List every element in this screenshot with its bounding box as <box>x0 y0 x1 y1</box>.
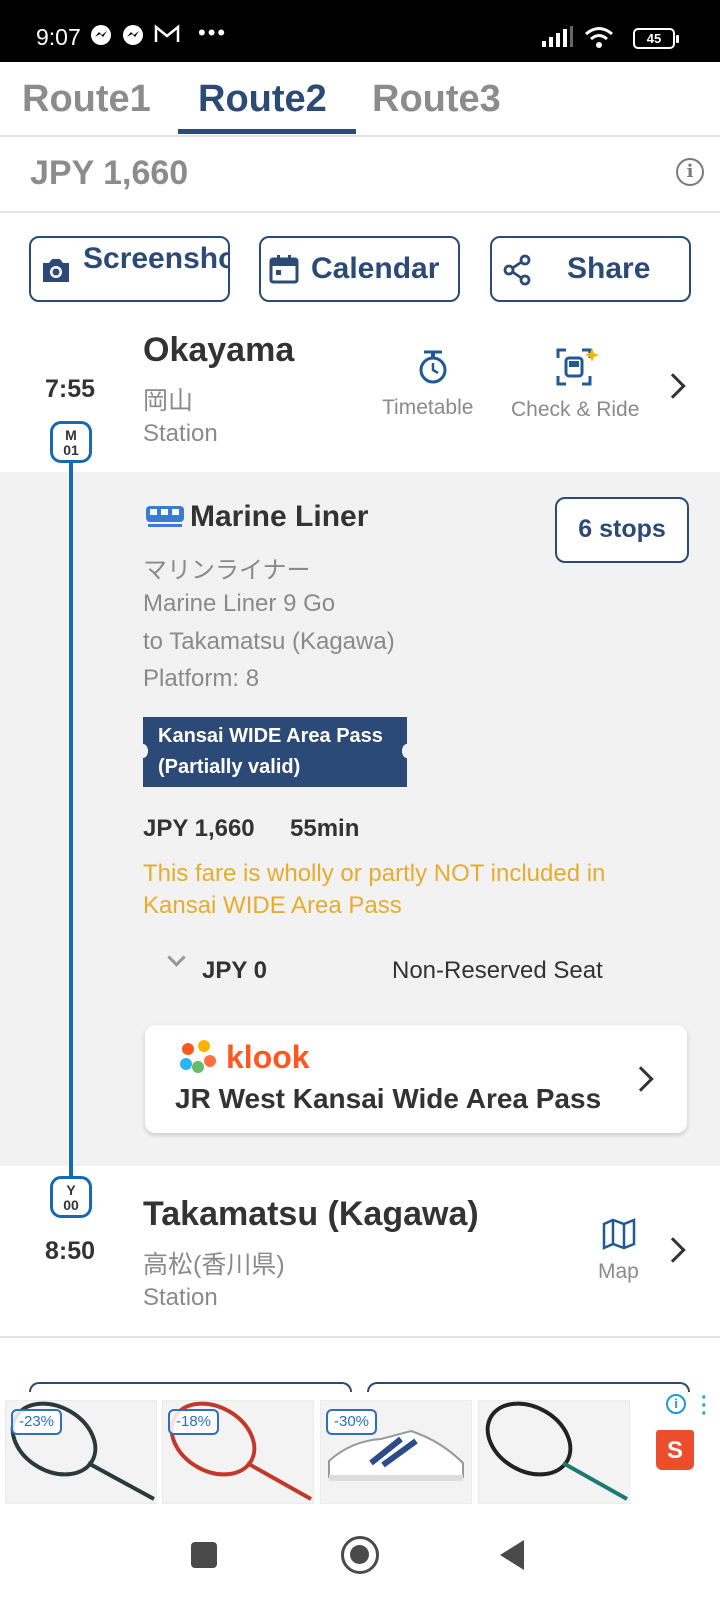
check-and-ride-button[interactable]: Check & Ride <box>506 346 656 428</box>
train-name-jp: マリンライナー <box>143 557 311 584</box>
origin-station-name-jp: 岡山 <box>143 387 194 415</box>
calendar-label: Calendar <box>311 252 440 285</box>
system-nav-bar <box>0 1512 720 1600</box>
seat-type: Non-Reserved Seat <box>392 957 603 984</box>
seat-fare: JPY 0 <box>202 957 267 984</box>
klook-logo-icon <box>178 1039 218 1080</box>
calendar-button[interactable]: Calendar <box>259 236 460 302</box>
fare-warning-line: Kansai WIDE Area Pass <box>143 892 402 919</box>
map-button[interactable]: Map <box>590 1216 650 1288</box>
arrival-time: 8:50 <box>44 1237 96 1265</box>
share-button[interactable]: Share <box>490 236 691 302</box>
discount-badge: -18% <box>168 1409 220 1435</box>
station-code-line: Y <box>66 1182 76 1198</box>
discount-badge: -23% <box>11 1409 63 1435</box>
status-time: 9:07 <box>36 24 81 50</box>
home-icon[interactable] <box>341 1536 379 1574</box>
ad-info-icon[interactable]: i <box>666 1394 686 1414</box>
timetable-icon <box>417 348 449 391</box>
discount-badge: -30% <box>326 1409 378 1435</box>
shopee-logo-icon[interactable]: S <box>656 1430 694 1470</box>
timetable-button[interactable]: Timetable <box>378 348 488 428</box>
divider <box>0 135 720 137</box>
divider <box>0 211 720 213</box>
camera-icon <box>40 256 72 292</box>
calendar-icon <box>269 254 299 292</box>
segment-fare: JPY 1,660 <box>143 815 255 842</box>
timetable-label: Timetable <box>382 396 474 419</box>
destination-station-name[interactable]: Takamatsu (Kagawa) <box>143 1195 479 1234</box>
total-fare: JPY 1,660 <box>30 154 189 192</box>
chevron-right-icon <box>628 1066 654 1092</box>
origin-station-name[interactable]: Okayama <box>143 331 294 370</box>
route-line <box>69 463 73 1181</box>
pass-name: Kansai WIDE Area Pass <box>158 725 383 747</box>
screenshot-label: Screenshot <box>83 242 228 275</box>
shop-letter: S <box>666 1437 683 1464</box>
klook-brand: klook <box>226 1039 310 1075</box>
fare-warning: This fare is wholly or partly NOT includ… <box>143 860 605 920</box>
destination-station-type: Station <box>143 1284 218 1311</box>
battery-icon: 45 <box>633 28 679 49</box>
destination-station-name-jp: 高松(香川県) <box>143 1251 285 1279</box>
badminton-racket-image <box>485 1401 628 1501</box>
check-ride-icon <box>556 346 600 395</box>
fare-warning-line: This fare is wholly or partly NOT includ… <box>143 860 606 887</box>
origin-station-type: Station <box>143 420 218 447</box>
signal-icon <box>542 26 574 54</box>
seat-fare-toggle[interactable]: JPY 0 <box>166 948 276 991</box>
chevron-right-icon[interactable] <box>660 1237 686 1263</box>
segment-duration: 55min <box>290 815 360 842</box>
tab-route3[interactable]: Route3 <box>372 78 501 121</box>
train-name: Marine Liner <box>190 500 369 533</box>
pass-validity: (Partially valid) <box>158 756 301 778</box>
wifi-icon <box>584 25 614 55</box>
map-label: Map <box>598 1260 639 1283</box>
ad-menu-icon[interactable]: · · · <box>701 1388 708 1424</box>
ad-product-tile[interactable]: -18% <box>162 1400 314 1504</box>
ad-product-tile[interactable] <box>478 1400 630 1504</box>
ad-banner[interactable]: -23% -18% -30% i · · · S <box>0 1388 720 1512</box>
tab-route1[interactable]: Route1 <box>22 78 151 121</box>
pass-validity-tag: Kansai WIDE Area Pass (Partially valid) <box>138 717 412 787</box>
messenger-icon <box>122 24 144 52</box>
station-code-badge: M 01 <box>50 421 92 463</box>
tab-route2[interactable]: Route2 <box>198 78 327 121</box>
active-tab-indicator <box>178 129 356 134</box>
klook-product-name: JR West Kansai Wide Area Pass <box>175 1083 602 1114</box>
more-notifications-icon: ••• <box>198 20 228 45</box>
info-icon[interactable]: i <box>676 158 704 186</box>
divider <box>0 1336 720 1338</box>
share-icon <box>502 254 532 294</box>
station-code-line: M <box>65 427 77 443</box>
train-icon <box>145 503 185 534</box>
ad-product-tile[interactable]: -23% <box>5 1400 157 1504</box>
messenger-icon <box>90 24 112 52</box>
station-code-number: 00 <box>63 1197 79 1213</box>
share-label: Share <box>567 252 651 285</box>
station-code-badge: Y 00 <box>50 1176 92 1218</box>
platform: Platform: 8 <box>143 665 260 692</box>
departure-time: 7:55 <box>44 375 96 403</box>
train-service: Marine Liner 9 Go <box>143 590 336 617</box>
screenshot-button[interactable]: Screenshot <box>29 236 230 302</box>
klook-promo-card[interactable]: klook JR West Kansai Wide Area Pass <box>145 1025 687 1133</box>
ad-product-tile[interactable]: -30% <box>320 1400 472 1504</box>
stops-button[interactable]: 6 stops <box>555 497 689 563</box>
map-icon <box>602 1216 636 1255</box>
back-icon[interactable] <box>500 1540 524 1570</box>
train-direction: to Takamatsu (Kagawa) <box>143 628 395 655</box>
check-ride-label: Check & Ride <box>511 398 640 421</box>
chevron-right-icon[interactable] <box>660 373 686 399</box>
recent-apps-icon[interactable] <box>191 1542 217 1568</box>
station-code-number: 01 <box>63 442 79 458</box>
gmail-icon <box>154 24 180 50</box>
status-bar: 9:07 ••• 45 <box>0 0 720 62</box>
